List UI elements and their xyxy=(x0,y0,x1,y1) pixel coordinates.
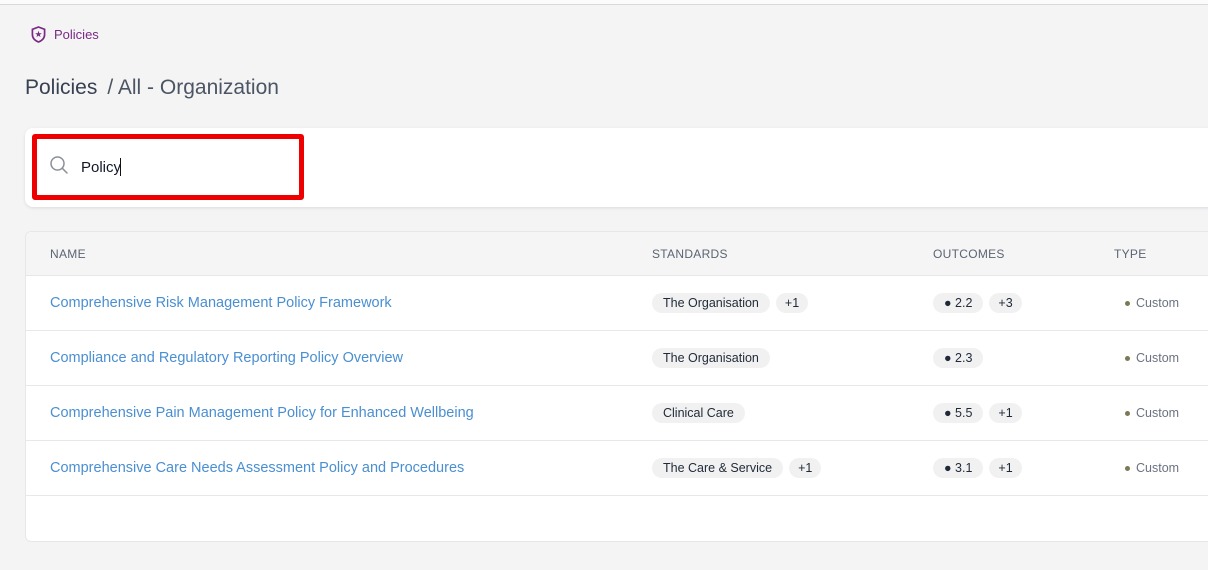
outcome-more-badge[interactable]: +1 xyxy=(989,403,1022,423)
outcome-more-badge[interactable]: +3 xyxy=(989,293,1022,313)
type-badge: Custom xyxy=(1125,351,1179,365)
page-title-main: Policies xyxy=(25,76,98,99)
column-header-outcomes[interactable]: OUTCOMES xyxy=(933,247,1005,261)
standard-badge: Clinical Care xyxy=(652,403,745,423)
standard-more-badge[interactable]: +1 xyxy=(789,458,822,478)
text-cursor xyxy=(120,158,121,176)
type-label: Custom xyxy=(1136,406,1180,420)
page-title: Policies / All - Organization xyxy=(25,76,279,100)
column-header-type[interactable]: TYPE xyxy=(1114,247,1147,261)
shield-star-icon xyxy=(31,26,46,43)
top-divider xyxy=(0,0,1208,5)
type-label: Custom xyxy=(1136,351,1180,365)
type-badge: Custom xyxy=(1125,461,1179,475)
type-dot-icon xyxy=(1125,355,1130,361)
policy-name-link[interactable]: Comprehensive Pain Management Policy for… xyxy=(50,405,474,421)
type-label: Custom xyxy=(1136,461,1180,475)
outcome-badge: ● 2.2 xyxy=(933,293,984,313)
policy-name-link[interactable]: Comprehensive Risk Management Policy Fra… xyxy=(50,295,392,311)
outcome-badge: ● 5.5 xyxy=(933,403,984,423)
standard-more-badge[interactable]: +1 xyxy=(775,293,809,313)
table-row[interactable]: Comprehensive Care Needs Assessment Poli… xyxy=(26,441,1208,496)
search-input[interactable] xyxy=(81,155,281,180)
page-title-scope: / All - Organization xyxy=(107,76,279,99)
table-row[interactable]: Compliance and Regulatory Reporting Poli… xyxy=(26,331,1208,386)
type-badge: Custom xyxy=(1125,296,1179,310)
policies-table: NAME STANDARDS OUTCOMES TYPE Comprehensi… xyxy=(25,231,1208,542)
column-header-name[interactable]: NAME xyxy=(50,247,86,261)
type-badge: Custom xyxy=(1125,406,1179,420)
type-label: Custom xyxy=(1136,296,1180,310)
breadcrumb[interactable]: Policies xyxy=(31,26,99,43)
search-field[interactable] xyxy=(49,155,281,180)
standard-badge: The Care & Service xyxy=(652,458,784,478)
outcome-badge: ● 2.3 xyxy=(933,348,984,368)
policy-name-link[interactable]: Compliance and Regulatory Reporting Poli… xyxy=(50,350,403,366)
table-row[interactable]: Comprehensive Pain Management Policy for… xyxy=(26,386,1208,441)
outcome-badge: ● 3.1 xyxy=(933,458,984,478)
table-header: NAME STANDARDS OUTCOMES TYPE xyxy=(26,232,1208,276)
outcome-more-badge[interactable]: +1 xyxy=(989,458,1022,478)
column-header-standards[interactable]: STANDARDS xyxy=(652,247,728,261)
standard-badge: The Organisation xyxy=(652,293,770,313)
breadcrumb-label[interactable]: Policies xyxy=(54,27,99,42)
type-dot-icon xyxy=(1125,300,1130,306)
type-dot-icon xyxy=(1125,410,1130,416)
table-row[interactable]: Comprehensive Risk Management Policy Fra… xyxy=(26,276,1208,331)
policy-name-link[interactable]: Comprehensive Care Needs Assessment Poli… xyxy=(50,460,464,476)
type-dot-icon xyxy=(1125,465,1130,471)
search-icon xyxy=(49,155,69,180)
standard-badge: The Organisation xyxy=(652,348,770,368)
